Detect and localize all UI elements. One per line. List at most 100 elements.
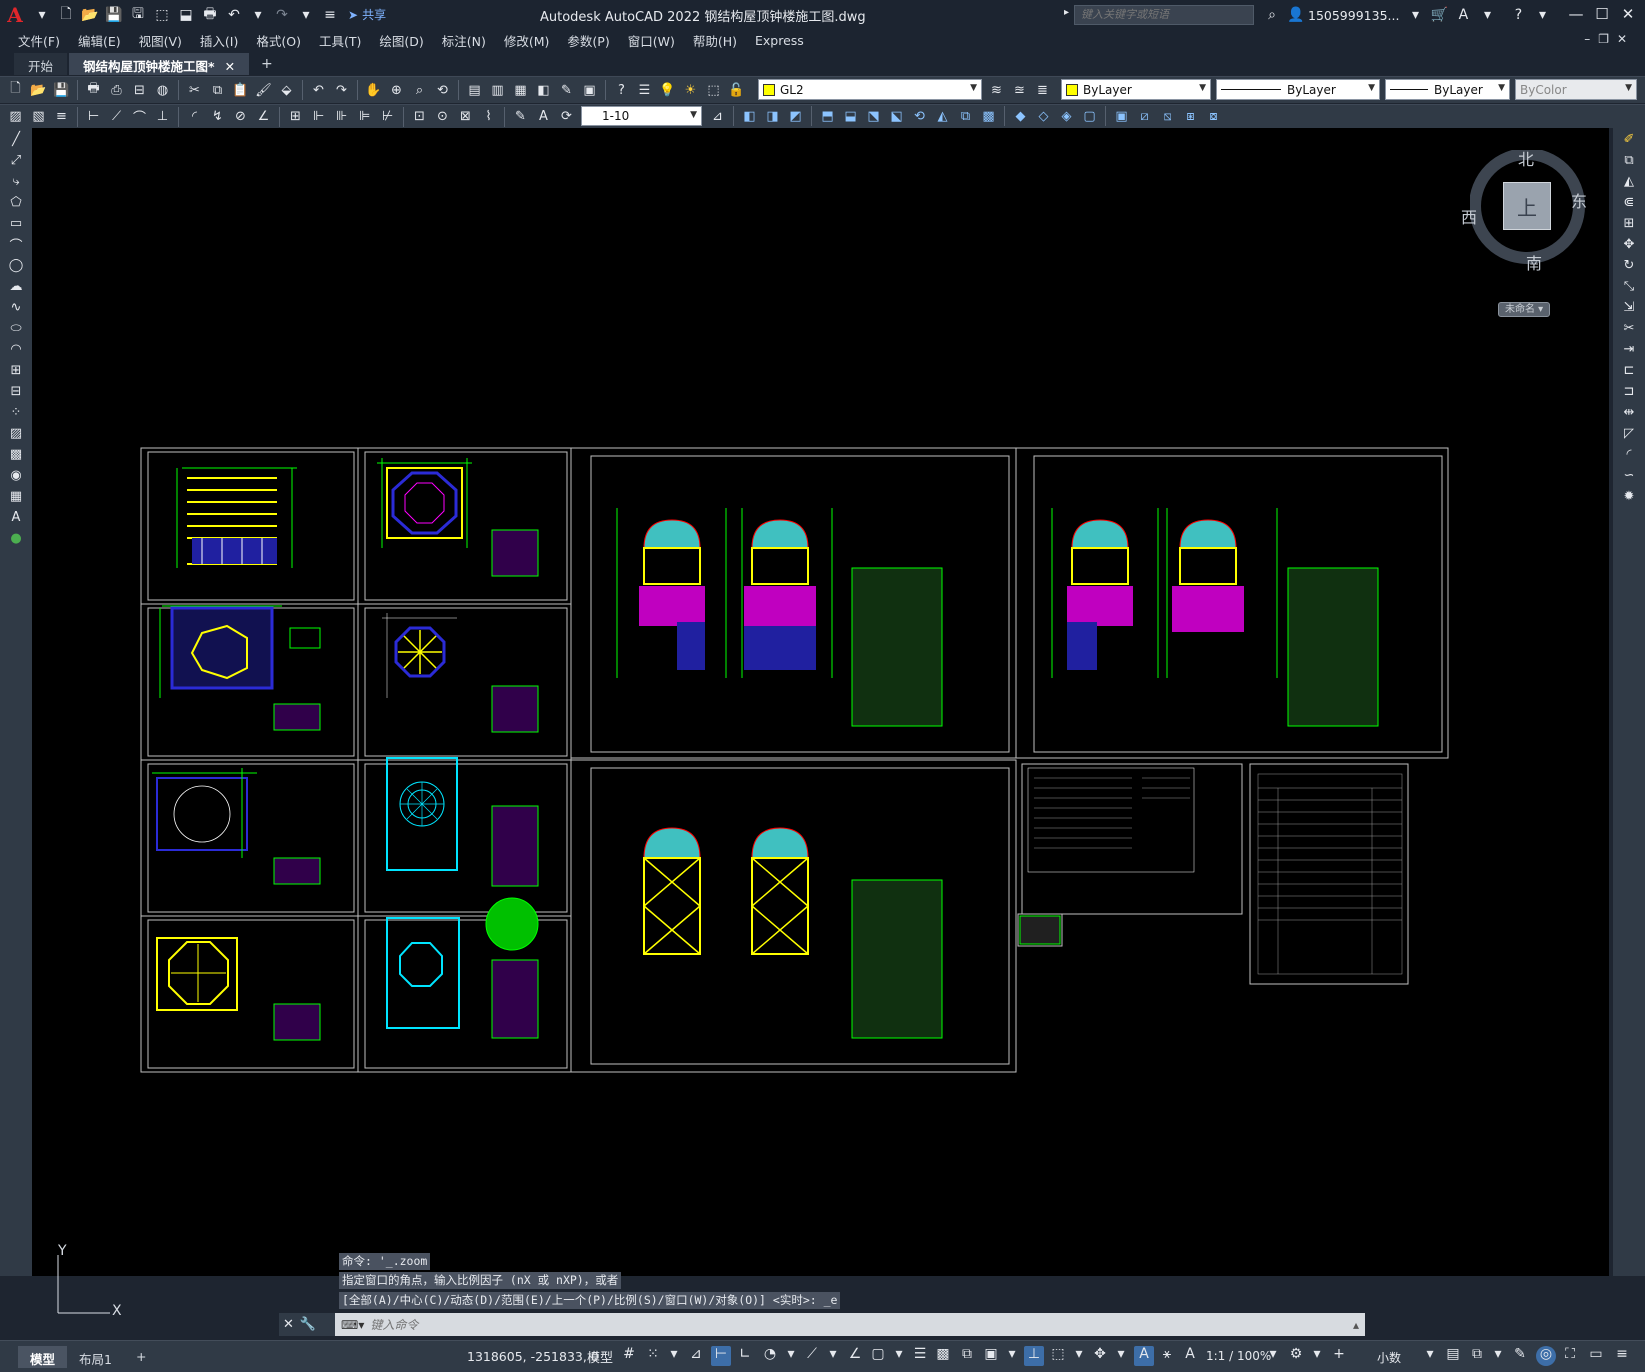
tab-drawing[interactable]: 钢结构屋顶钟楼施工图* ✕	[69, 53, 250, 75]
offset-icon[interactable]: ⋐	[1618, 193, 1640, 212]
inspection-icon[interactable]: ⊠	[455, 106, 476, 127]
close-icon[interactable]: ✕	[283, 1317, 294, 1332]
polygon-icon[interactable]: ⬠	[5, 193, 27, 212]
rotate-faces-icon[interactable]: ⟲	[909, 106, 930, 127]
diameter-dimension-icon[interactable]: ⊘	[230, 106, 251, 127]
cursor-coordinates[interactable]: 1318605, -251833, 0	[467, 1349, 599, 1364]
linear-dimension-icon[interactable]: ⊢	[83, 106, 104, 127]
interfere-icon[interactable]: ⧆	[1180, 106, 1201, 127]
offset-faces-icon[interactable]: ⬔	[863, 106, 884, 127]
viewcube[interactable]: 北 西 东 南 上	[1461, 150, 1590, 290]
workspace-gear-icon[interactable]: ⚙	[1286, 1346, 1306, 1366]
chevron-down-icon[interactable]: ▾	[1307, 1346, 1327, 1366]
chevron-down-icon[interactable]: ▾	[823, 1346, 843, 1366]
menu-file[interactable]: 文件(F)	[18, 31, 60, 50]
join-icon[interactable]: ⇹	[1618, 403, 1640, 422]
check-icon[interactable]: ▣	[1111, 106, 1132, 127]
3d-print-icon[interactable]: ◍	[152, 80, 173, 101]
layer-viewport-icon[interactable]: ⬚	[703, 80, 724, 101]
tab-layout1[interactable]: 布局1	[67, 1346, 124, 1368]
user-icon[interactable]: 👤	[1285, 4, 1307, 26]
zoom-window-icon[interactable]: ⌕	[409, 80, 430, 101]
polyline-icon[interactable]: ⤷	[5, 172, 27, 191]
continue-dimension-icon[interactable]: ⊪	[331, 106, 352, 127]
layer-previous-icon[interactable]: ≊	[1009, 80, 1030, 101]
blend-curves-icon[interactable]: ∽	[1618, 466, 1640, 485]
tool-palettes-icon[interactable]: ▦	[510, 80, 531, 101]
dynamic-input-icon[interactable]: ⊢	[711, 1346, 731, 1366]
circle-icon[interactable]: ◯	[5, 256, 27, 275]
compass-east[interactable]: 东	[1571, 188, 1587, 212]
insert-block-icon[interactable]: ⊞	[5, 361, 27, 380]
layer-states-icon[interactable]: ≣	[1032, 80, 1053, 101]
lineweight-icon[interactable]: ☰	[910, 1346, 930, 1366]
quick-dimension-icon[interactable]: ⊞	[285, 106, 306, 127]
construction-line-icon[interactable]: ⤢	[5, 151, 27, 170]
layer-properties-icon[interactable]: ☰	[634, 80, 655, 101]
match-properties-icon[interactable]: 🖌	[253, 80, 274, 101]
dimension-space-icon[interactable]: ⊫	[354, 106, 375, 127]
chamfer-icon[interactable]: ◸	[1618, 424, 1640, 443]
object-snap-tracking-icon[interactable]: ∠	[845, 1346, 865, 1366]
extend-icon[interactable]: ⇥	[1618, 340, 1640, 359]
explode-icon[interactable]: ✹	[1618, 487, 1640, 506]
undo-dropdown-icon[interactable]: ▾	[247, 4, 269, 26]
imprint-icon[interactable]: ◆	[1010, 106, 1031, 127]
quickcalc-icon[interactable]: ▣	[579, 80, 600, 101]
point-icon[interactable]: ⁘	[5, 403, 27, 422]
trim-icon[interactable]: ✂	[1618, 319, 1640, 338]
chevron-down-icon[interactable]: ▾	[1420, 1346, 1440, 1366]
color-dropdown[interactable]: ByLayer ▼	[1061, 79, 1211, 100]
help-icon[interactable]: ?	[1507, 4, 1529, 26]
redo-icon[interactable]: ↷	[331, 80, 352, 101]
graphics-performance-icon[interactable]: ◎	[1536, 1346, 1556, 1366]
linetype-dropdown[interactable]: ByLayer ▼	[1216, 79, 1380, 100]
table-icon[interactable]: ▦	[5, 487, 27, 506]
ellipse-arc-icon[interactable]: ◠	[5, 340, 27, 359]
aligned-dimension-icon[interactable]: ⟋	[106, 106, 127, 127]
move-faces-icon[interactable]: ⬓	[840, 106, 861, 127]
annotation-visibility-icon[interactable]: A	[1134, 1346, 1154, 1366]
viewcube-top-face[interactable]: 上	[1503, 182, 1551, 230]
dimension-break-icon[interactable]: ⊬	[377, 106, 398, 127]
plot-icon[interactable]: 🖶	[199, 4, 221, 26]
move-icon[interactable]: ✥	[1618, 235, 1640, 254]
user-dropdown-icon[interactable]: ▾	[1404, 4, 1426, 26]
snap-mode-icon[interactable]: ⁙	[643, 1346, 663, 1366]
gradient-icon[interactable]: ▩	[5, 445, 27, 464]
radius-dimension-icon[interactable]: ◜	[184, 106, 205, 127]
layout-icon[interactable]: ▨	[5, 106, 26, 127]
chevron-down-icon[interactable]: ▾	[1069, 1346, 1089, 1366]
chevron-down-icon[interactable]: ▾	[664, 1346, 684, 1366]
app-menu-chevron-icon[interactable]: ▾	[31, 4, 53, 26]
stretch-icon[interactable]: ⇲	[1618, 298, 1640, 317]
ortho-mode-icon[interactable]: ∟	[735, 1346, 755, 1366]
sheet-set-icon[interactable]: ◧	[533, 80, 554, 101]
annotation-monitor-icon[interactable]: +	[1329, 1346, 1349, 1366]
subtract-icon[interactable]: ◨	[762, 106, 783, 127]
menu-modify[interactable]: 修改(M)	[504, 31, 550, 50]
drawing-canvas[interactable]	[32, 128, 1609, 1276]
document-window-controls[interactable]: –❐✕	[1584, 32, 1635, 46]
transparency-icon[interactable]: ▩	[933, 1346, 953, 1366]
paste-icon[interactable]: 📋	[230, 80, 251, 101]
zoom-previous-icon[interactable]: ⟲	[432, 80, 453, 101]
customization-icon[interactable]: ▭	[1586, 1346, 1606, 1366]
hatch-icon[interactable]: ▨	[5, 424, 27, 443]
undo-icon[interactable]: ↶	[308, 80, 329, 101]
selection-filter-icon[interactable]: ⬚	[1048, 1346, 1068, 1366]
properties-icon[interactable]: ▤	[464, 80, 485, 101]
selection-cycling-icon[interactable]: ⧉	[957, 1346, 977, 1366]
section-icon[interactable]: ⧅	[1157, 106, 1178, 127]
share-button[interactable]: ➤ 共享	[348, 6, 386, 23]
units-dropdown[interactable]: 小数	[1377, 1349, 1401, 1366]
help-icon[interactable]: ?	[611, 80, 632, 101]
ucs-menu[interactable]: 未命名 ▾	[1498, 302, 1551, 317]
layout-wizard-icon[interactable]: ▧	[28, 106, 49, 127]
dynamic-ucs-icon[interactable]: ⊥	[1024, 1346, 1044, 1366]
dimension-text-edit-icon[interactable]: A	[533, 106, 554, 127]
angular-dimension-icon[interactable]: ∠	[253, 106, 274, 127]
zoom-realtime-icon[interactable]: ⊕	[386, 80, 407, 101]
copy-icon[interactable]: ⧉	[207, 80, 228, 101]
region-icon[interactable]: ◉	[5, 466, 27, 485]
